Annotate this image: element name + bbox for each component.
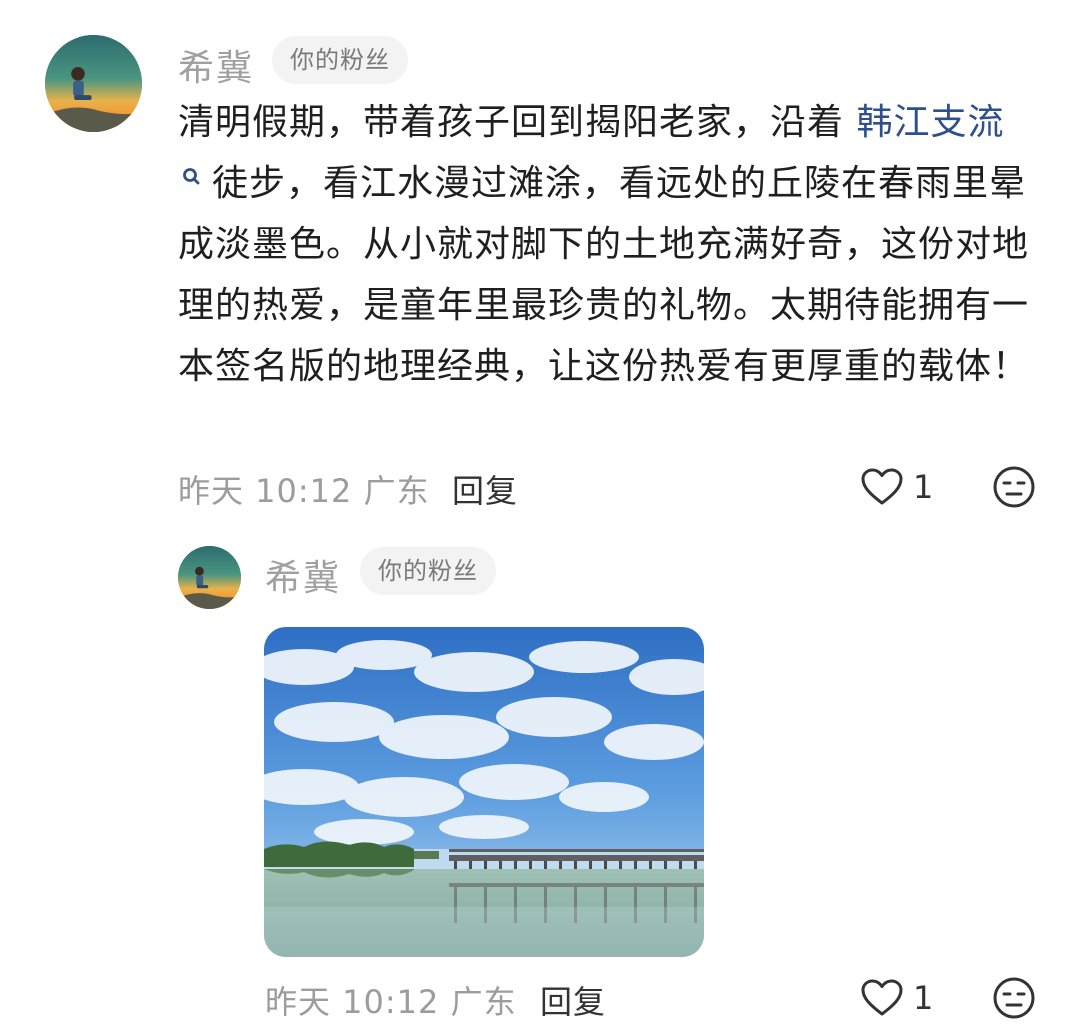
heart-icon: [861, 468, 903, 505]
heart-icon: [861, 979, 903, 1016]
river-photo-image: [264, 627, 704, 957]
like-count: 1: [913, 468, 934, 506]
comment-location: 广东: [363, 472, 430, 510]
comment-meta: 昨天 10:12 广东: [178, 466, 430, 512]
like-count: 1: [913, 979, 934, 1017]
topic-link-label: 韩江支流: [856, 102, 1005, 143]
avatar[interactable]: [178, 546, 241, 609]
avatar-image: [45, 35, 142, 132]
comment-text-after: 徒步，看江水漫过滩涂，看远处的丘陵在春雨里晕成淡墨色。从小就对脚下的土地充满好奇…: [178, 163, 1030, 387]
reply-button[interactable]: 回复: [540, 977, 606, 1023]
comment-meta: 昨天 10:12 广东: [265, 977, 517, 1023]
username[interactable]: 希冀: [178, 39, 254, 91]
comment-text: 清明假期，带着孩子回到揭阳老家，沿着 韩江支流徒步，看江水漫过滩涂，看远处的丘陵…: [178, 92, 1038, 397]
emoji-reaction-button[interactable]: [992, 976, 1036, 1024]
comment-text-before: 清明假期，带着孩子回到揭阳老家，沿着: [178, 102, 857, 143]
avatar[interactable]: [45, 35, 142, 132]
search-icon: [183, 168, 200, 185]
reply-button[interactable]: 回复: [452, 466, 518, 512]
comment-time: 昨天 10:12: [178, 472, 353, 510]
fan-badge: 你的粉丝: [272, 36, 408, 84]
like-button[interactable]: [860, 978, 904, 1018]
meh-face-icon: [993, 977, 1035, 1019]
emoji-reaction-button[interactable]: [992, 465, 1036, 513]
username[interactable]: 希冀: [265, 549, 341, 601]
meh-face-icon: [993, 466, 1035, 508]
comment-location: 广东: [450, 983, 517, 1021]
comment-time: 昨天 10:12: [265, 983, 440, 1021]
like-button[interactable]: [860, 467, 904, 507]
avatar-image: [178, 546, 241, 609]
river-photo[interactable]: [264, 627, 704, 957]
fan-badge: 你的粉丝: [360, 547, 496, 595]
